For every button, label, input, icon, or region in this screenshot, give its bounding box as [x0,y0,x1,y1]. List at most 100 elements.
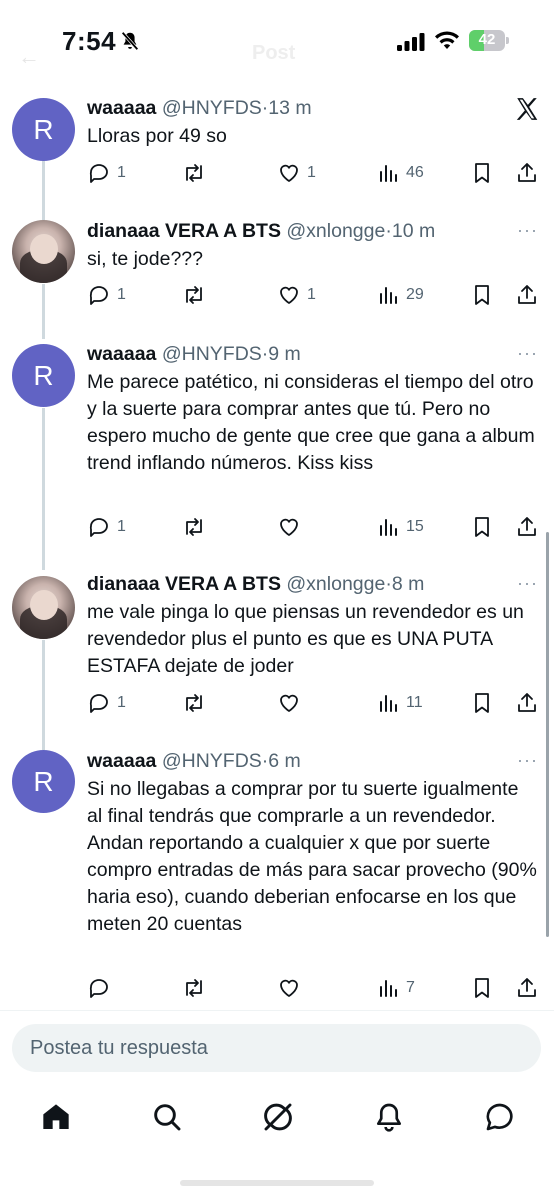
heart-icon [280,286,298,304]
repost-icon [186,164,202,182]
tab-home[interactable] [38,1099,74,1135]
like-button[interactable]: 1 [277,160,316,186]
views-button[interactable]: 11 [376,690,423,716]
avatar[interactable]: R [12,750,75,813]
display-name[interactable]: dianaaa VERA A BTS [87,573,281,595]
reply-button[interactable]: 1 [87,690,126,716]
reply-count: 1 [117,518,126,535]
arrow-left-icon[interactable]: ← [18,44,40,70]
handle[interactable]: @HNYFDS [162,343,262,365]
bar-chart-icon [380,287,397,304]
tweet-text: Si no llegabas a comprar por tu suerte i… [87,778,537,935]
tweet-header: waaaaa @HNYFDS·9 m [87,341,301,367]
views-button[interactable]: 46 [376,160,424,186]
tab-grok[interactable] [260,1099,296,1135]
reply-button[interactable] [87,975,117,1001]
bar-chart-icon [380,980,397,997]
reply-input[interactable]: Postea tu respuesta [12,1024,541,1072]
display-name[interactable]: dianaaa VERA A BTS [87,220,281,242]
reply-placeholder: Postea tu respuesta [30,1037,208,1059]
display-name[interactable]: waaaaa [87,343,156,365]
bookmark-button[interactable] [470,282,494,308]
avatar[interactable] [12,220,75,283]
views-button[interactable]: 7 [376,975,415,1001]
view-count: 15 [406,518,424,535]
bookmark-icon [475,978,489,998]
x-logo-icon[interactable] [514,96,540,122]
reply-button[interactable]: 1 [87,282,126,308]
display-name[interactable]: waaaaa [87,97,156,119]
thread-connector [42,408,45,570]
view-count: 7 [406,979,415,996]
home-icon [43,1104,69,1129]
handle[interactable]: @HNYFDS [162,750,262,772]
avatar[interactable]: R [12,98,75,161]
timestamp[interactable]: 10 m [392,220,435,242]
share-button[interactable] [515,514,539,540]
view-count: 29 [406,286,424,303]
more-options-icon[interactable]: ··· [517,343,538,364]
bookmark-button[interactable] [470,690,494,716]
divider [0,1010,554,1011]
handle[interactable]: @xnlongge [286,220,385,242]
reply-count: 1 [117,164,126,181]
page-title: Post [252,42,296,64]
avatar[interactable]: R [12,344,75,407]
battery-percent: 42 [478,31,496,48]
tweet-header: dianaaa VERA A BTS @xnlongge·10 m [87,218,435,244]
more-options-icon[interactable]: ··· [517,220,538,241]
share-button[interactable] [515,975,539,1001]
heart-icon [280,518,298,536]
scrollbar[interactable] [546,532,549,937]
share-icon [518,285,536,304]
like-button[interactable] [277,975,307,1001]
more-options-icon[interactable]: ··· [517,573,538,594]
reply-button[interactable]: 1 [87,514,126,540]
tweet-header: dianaaa VERA A BTS @xnlongge·8 m [87,571,424,597]
tweet-actions: 7 [87,975,547,1001]
home-indicator [180,1180,374,1186]
repost-icon [186,694,202,712]
bookmark-button[interactable] [470,514,494,540]
repost-button[interactable] [182,282,212,308]
timestamp[interactable]: 9 m [268,343,301,365]
share-icon [518,163,536,182]
tab-notifications[interactable] [371,1099,407,1135]
like-button[interactable]: 1 [277,282,316,308]
share-button[interactable] [515,160,539,186]
tweet-text: Me parece patético, ni consideras el tie… [87,371,535,474]
battery-icon: 42 [469,30,509,51]
tweet-actions: 1 11 [87,690,547,716]
timestamp[interactable]: 6 m [268,750,301,772]
repost-button[interactable] [182,975,212,1001]
timestamp[interactable]: 13 m [268,97,311,119]
like-button[interactable] [277,690,307,716]
more-options-icon[interactable]: ··· [517,750,538,771]
repost-button[interactable] [182,514,212,540]
bar-chart-icon [380,519,397,536]
tab-search[interactable] [149,1099,185,1135]
handle[interactable]: @HNYFDS [162,97,262,119]
like-button[interactable] [277,514,307,540]
share-button[interactable] [515,690,539,716]
handle[interactable]: @xnlongge [286,573,385,595]
tweet-actions: 1 1 29 [87,282,547,308]
tab-messages[interactable] [482,1099,518,1135]
repost-button[interactable] [182,160,212,186]
signal-icon [397,33,425,51]
display-name[interactable]: waaaaa [87,750,156,772]
reply-button[interactable]: 1 [87,160,126,186]
tweet-text: si, te jode??? [87,248,204,270]
thread-connector [42,284,45,339]
bookmark-button[interactable] [470,975,494,1001]
share-icon [518,978,536,997]
bookmark-button[interactable] [470,160,494,186]
views-button[interactable]: 29 [376,282,424,308]
bell-slash-icon [121,31,139,51]
avatar[interactable] [12,576,75,639]
like-count: 1 [307,286,316,303]
timestamp[interactable]: 8 m [392,573,425,595]
share-button[interactable] [515,282,539,308]
views-button[interactable]: 15 [376,514,424,540]
repost-button[interactable] [182,690,212,716]
